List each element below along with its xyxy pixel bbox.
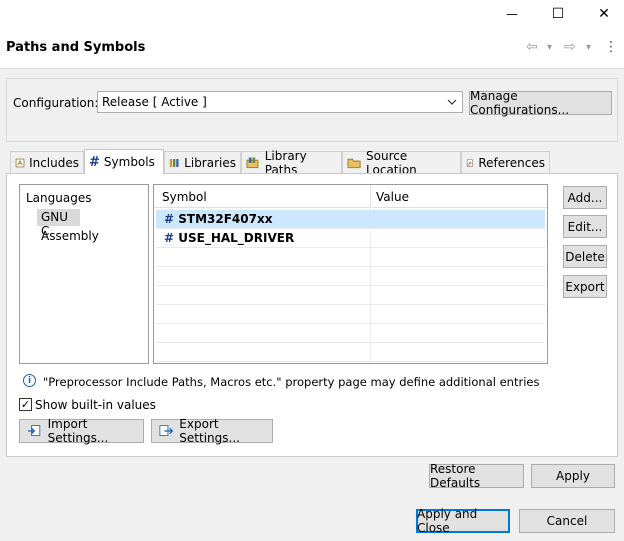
table-row	[156, 343, 545, 362]
language-item-assembly[interactable]: Assembly	[41, 229, 99, 243]
table-header: Symbol Value	[154, 185, 547, 208]
tab-references[interactable]: References	[461, 151, 550, 173]
column-header-symbol[interactable]: Symbol	[162, 190, 207, 204]
edit-button[interactable]: Edit...	[563, 215, 607, 238]
hash-icon: #	[164, 231, 175, 245]
chevron-down-icon	[447, 99, 457, 105]
export-settings-icon	[159, 425, 174, 436]
tab-label: Libraries	[184, 155, 236, 170]
includes-icon	[15, 158, 25, 167]
minimize-icon: —	[506, 7, 518, 21]
export-settings-label: Export Settings...	[179, 417, 240, 445]
menu-dots-icon: ⋮	[604, 39, 618, 55]
folder-icon	[347, 158, 361, 168]
configuration-value: Release [ Active ]	[102, 95, 207, 109]
table-row	[156, 248, 545, 267]
view-menu-button[interactable]: ⋮	[604, 38, 618, 56]
back-button[interactable]: ⇦	[526, 38, 538, 56]
delete-button[interactable]: Delete	[563, 245, 607, 268]
import-settings-icon	[27, 425, 41, 437]
import-settings-button[interactable]: Import Settings...	[19, 417, 144, 445]
chevron-down-icon: ▾	[586, 41, 592, 53]
show-builtin-label: Show built-in values	[35, 398, 156, 412]
show-builtin-checkbox[interactable]: ✓	[19, 398, 32, 411]
forward-history-dropdown[interactable]: ▾	[586, 38, 591, 56]
apply-button[interactable]: Apply	[531, 464, 615, 488]
table-row[interactable]: # STM32F407xx	[156, 210, 545, 229]
tab-label: References	[478, 155, 545, 170]
configuration-label: Configuration:	[13, 96, 99, 110]
references-icon	[466, 158, 473, 167]
hash-icon: #	[89, 154, 100, 170]
cancel-button[interactable]: Cancel	[519, 509, 615, 533]
tab-source-location[interactable]: Source Location	[342, 149, 461, 177]
hash-icon: #	[164, 212, 175, 226]
symbol-name: STM32F407xx	[178, 212, 273, 226]
info-text: "Preprocessor Include Paths, Macros etc.…	[43, 375, 540, 389]
info-icon: i	[23, 374, 36, 387]
add-button[interactable]: Add...	[563, 186, 607, 209]
export-button[interactable]: Export	[563, 275, 607, 298]
forward-button[interactable]: ⇨	[564, 38, 576, 56]
table-row	[156, 324, 545, 343]
libraries-icon	[169, 158, 179, 167]
table-row	[156, 286, 545, 305]
table-row	[156, 305, 545, 324]
import-settings-label: Import Settings...	[47, 417, 109, 445]
close-button[interactable]: ✕	[582, 0, 624, 28]
table-row[interactable]: # USE_HAL_DRIVER	[156, 229, 545, 248]
tab-library-paths[interactable]: Library Paths	[241, 149, 342, 177]
column-header-value[interactable]: Value	[376, 190, 409, 204]
tab-symbols[interactable]: # Symbols	[84, 149, 164, 174]
languages-list: Languages GNU C Assembly	[19, 184, 149, 364]
checkmark-icon: ✓	[20, 398, 31, 411]
dialog-header: Paths and Symbols ⇦ ▾ ⇨ ▾ ⋮	[0, 28, 624, 69]
export-settings-button[interactable]: Export Settings...	[151, 417, 273, 445]
title-bar: — ☐ ✕	[0, 0, 624, 28]
languages-header: Languages	[26, 191, 92, 205]
back-arrow-icon: ⇦	[526, 39, 538, 55]
page-title: Paths and Symbols	[6, 40, 146, 55]
configuration-select[interactable]: Release [ Active ]	[97, 91, 463, 113]
back-history-dropdown[interactable]: ▾	[547, 38, 552, 56]
chevron-down-icon: ▾	[547, 41, 553, 53]
language-item-gnu-c[interactable]: GNU C	[37, 209, 80, 238]
forward-arrow-icon: ⇨	[564, 39, 576, 55]
column-divider	[370, 185, 371, 207]
symbols-table: Symbol Value # STM32F407xx # USE_HAL_DRI…	[153, 184, 548, 364]
apply-and-close-button[interactable]: Apply and Close	[416, 507, 510, 535]
restore-defaults-button[interactable]: Restore Defaults	[429, 462, 524, 490]
symbol-name: USE_HAL_DRIVER	[178, 231, 295, 245]
minimize-button[interactable]: —	[490, 0, 534, 28]
tab-label: Includes	[29, 155, 79, 170]
tab-includes[interactable]: Includes	[10, 151, 84, 173]
table-row	[156, 267, 545, 286]
tab-label: Symbols	[103, 155, 155, 169]
maximize-icon: ☐	[551, 6, 565, 22]
tab-libraries[interactable]: Libraries	[164, 151, 241, 173]
close-icon: ✕	[598, 6, 610, 22]
library-paths-icon	[246, 156, 259, 168]
maximize-button[interactable]: ☐	[536, 0, 580, 28]
manage-configurations-button[interactable]: Manage Configurations...	[469, 89, 612, 117]
